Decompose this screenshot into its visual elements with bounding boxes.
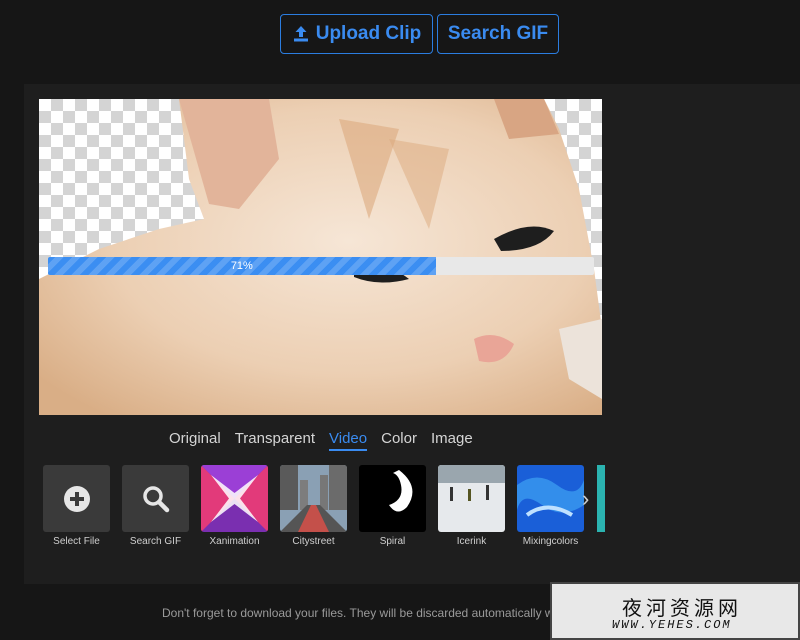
thumb-label: Spiral [379, 536, 406, 547]
thumb-label: Select File [53, 536, 100, 547]
tab-image[interactable]: Image [431, 430, 473, 451]
search-gif-button[interactable]: Search GIF [437, 14, 559, 54]
thumb-icerink[interactable]: Icerink [438, 465, 505, 547]
plus-circle-icon [63, 485, 90, 512]
search-gif-tile[interactable] [122, 465, 189, 532]
spiral-preview[interactable] [359, 465, 426, 532]
mixingcolors-preview[interactable] [517, 465, 584, 532]
thumb-select-file[interactable]: Select File [43, 465, 110, 547]
thumb-mixingcolors[interactable]: Mixingcolors [517, 465, 584, 547]
xanimation-preview[interactable] [201, 465, 268, 532]
progress-label: 71% [230, 260, 253, 272]
tab-original[interactable]: Original [169, 430, 221, 451]
thumb-xanimation[interactable]: Xanimation [201, 465, 268, 547]
citystreet-image [280, 465, 347, 532]
upload-clip-button[interactable]: Upload Clip [280, 14, 433, 54]
top-toolbar: Upload Clip Search GIF [280, 14, 559, 54]
xanimation-image [201, 465, 268, 532]
search-icon [142, 485, 169, 512]
thumb-label: Icerink [456, 536, 487, 547]
thumb-label: Search GIF [129, 536, 182, 547]
background-tabs: Original Transparent Video Color Image [169, 430, 473, 451]
thumb-label: Xanimation [209, 536, 260, 547]
thumb-citystreet[interactable]: Citystreet [280, 465, 347, 547]
select-file-tile[interactable] [43, 465, 110, 532]
search-gif-label: Search GIF [447, 23, 549, 44]
citystreet-preview[interactable] [280, 465, 347, 532]
thumb-label: Citystreet [292, 536, 335, 547]
upload-icon [293, 26, 308, 42]
watermark-stamp: 夜河资源网 WWW.YEHES.COM [550, 582, 800, 640]
upload-progress-bar: 71% [48, 257, 594, 275]
tab-transparent[interactable]: Transparent [235, 430, 315, 451]
tab-video[interactable]: Video [329, 430, 368, 451]
thumb-spiral[interactable]: Spiral [359, 465, 426, 547]
watermark-url: WWW.YEHES.COM [612, 618, 732, 632]
tab-color[interactable]: Color [381, 430, 417, 451]
chevron-right-icon[interactable]: › [582, 486, 589, 512]
spiral-image [359, 465, 426, 532]
thumb-search-gif[interactable]: Search GIF [122, 465, 189, 547]
mixingcolors-image [517, 465, 584, 532]
icerink-image [438, 465, 505, 532]
upload-clip-label: Upload Clip [315, 23, 422, 44]
watermark-title: 夜河资源网 [622, 596, 742, 620]
next-thumbnail-partial[interactable] [597, 465, 605, 532]
thumb-label: Mixingcolors [522, 536, 579, 547]
icerink-preview[interactable] [438, 465, 505, 532]
video-thumbnails: Select File Search GIF Xanimation Cityst… [43, 465, 584, 547]
